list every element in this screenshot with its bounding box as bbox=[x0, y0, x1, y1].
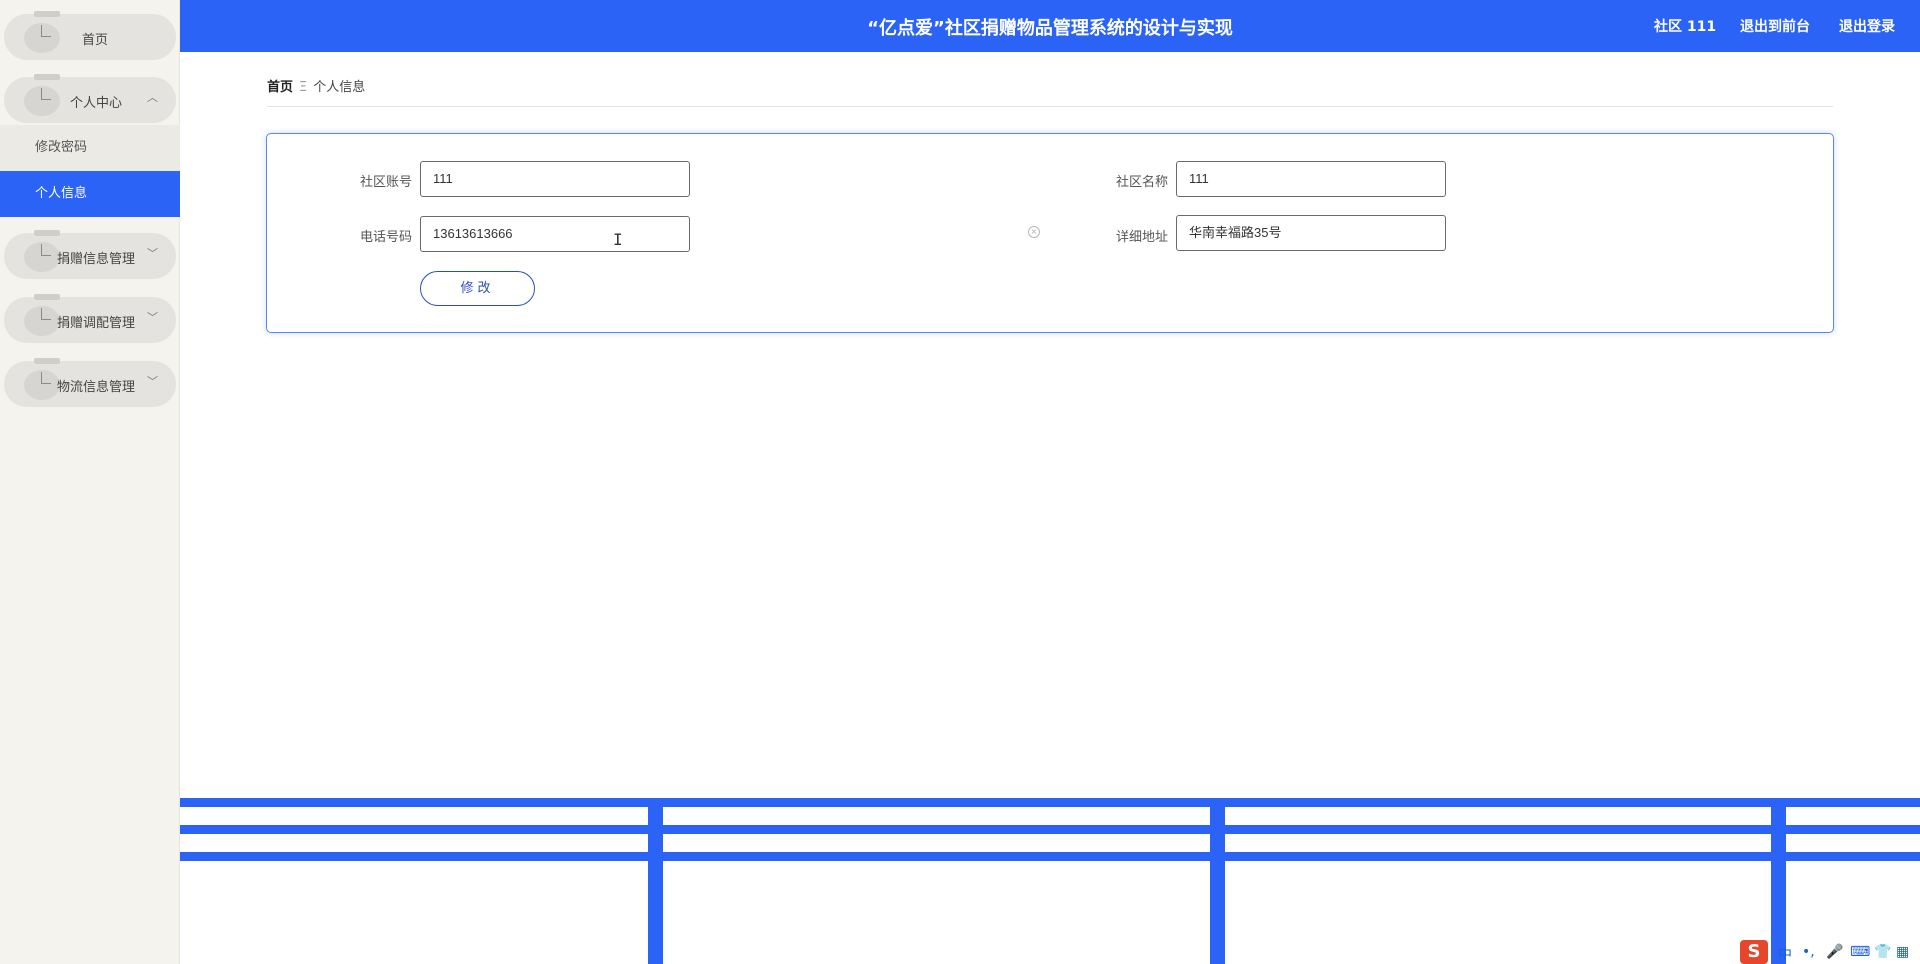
sidebar-item-personal-center[interactable]: 个人中心 ︿ bbox=[4, 74, 176, 123]
sidebar-item-label: 首页 bbox=[82, 33, 109, 48]
decor-post bbox=[1210, 798, 1225, 964]
phone-input[interactable]: 13613613666 bbox=[420, 216, 690, 252]
chevron-down-icon: ﹀ bbox=[147, 375, 158, 388]
sogou-logo-icon[interactable]: S bbox=[1740, 940, 1768, 964]
pill-tab bbox=[34, 74, 60, 80]
ime-punctuation[interactable]: •, bbox=[1802, 944, 1815, 960]
sidebar: 首页 个人中心 ︿ 修改密码 个人信息 捐赠信息管理 ﹀ 捐赠调配管理 ﹀ 物流… bbox=[0, 0, 180, 964]
sidebar-item-label: 捐赠信息管理 bbox=[57, 252, 136, 267]
chevron-up-icon: ︿ bbox=[147, 91, 158, 104]
decor-line bbox=[180, 798, 1920, 807]
address-input[interactable]: 华南幸福路35号 bbox=[1176, 215, 1446, 251]
account-label: 社区账号 bbox=[359, 175, 412, 190]
microphone-icon[interactable]: 🎤 bbox=[1826, 944, 1843, 960]
decor-post bbox=[648, 798, 663, 964]
ime-toolbar: S 中 •, 🎤 ⌨ 👕 ▦ bbox=[1740, 940, 1920, 964]
clear-icon[interactable]: × bbox=[1028, 226, 1040, 238]
keyboard-icon[interactable]: ⌨ bbox=[1850, 944, 1870, 960]
breadcrumb: 首页 Ξ 个人信息 bbox=[267, 76, 365, 95]
exit-to-front-link[interactable]: 退出到前台 bbox=[1740, 16, 1810, 36]
pill-tab bbox=[34, 11, 60, 17]
corner-icon bbox=[41, 25, 51, 37]
text-cursor-icon: I bbox=[613, 230, 623, 249]
name-label: 社区名称 bbox=[1115, 175, 1168, 190]
shirt-icon[interactable]: 👕 bbox=[1874, 944, 1891, 960]
grid-icon[interactable]: ▦ bbox=[1896, 944, 1909, 960]
sidebar-subitem-change-password[interactable]: 修改密码 bbox=[0, 125, 180, 171]
sidebar-item-label: 物流信息管理 bbox=[57, 380, 136, 395]
corner-icon bbox=[41, 244, 51, 256]
pill-tab bbox=[34, 230, 60, 236]
sidebar-subitem-personal-info[interactable]: 个人信息 bbox=[0, 171, 180, 217]
name-input[interactable]: 111 bbox=[1176, 161, 1446, 197]
top-header: “亿点爱”社区捐赠物品管理系统的设计与实现 社区 111 退出到前台 退出登录 bbox=[180, 0, 1920, 52]
address-label: 详细地址 bbox=[1115, 230, 1168, 245]
account-input[interactable]: 111 bbox=[420, 161, 690, 197]
decor-line bbox=[180, 825, 1920, 834]
sidebar-item-label: 捐赠调配管理 bbox=[57, 316, 136, 331]
corner-icon bbox=[41, 308, 51, 320]
breadcrumb-home[interactable]: 首页 bbox=[267, 80, 293, 95]
sidebar-item-home[interactable]: 首页 bbox=[4, 11, 176, 60]
sidebar-item-donation-allocation[interactable]: 捐赠调配管理 ﹀ bbox=[4, 294, 176, 343]
user-label: 社区 111 bbox=[1654, 19, 1717, 35]
modify-button[interactable]: 修改 bbox=[420, 271, 535, 306]
chevron-down-icon: ﹀ bbox=[147, 247, 158, 260]
decor-line bbox=[180, 852, 1920, 861]
breadcrumb-separator-icon: Ξ bbox=[299, 80, 308, 95]
sidebar-item-logistics[interactable]: 物流信息管理 ﹀ bbox=[4, 358, 176, 407]
logout-link[interactable]: 退出登录 bbox=[1839, 16, 1895, 36]
chevron-down-icon: ﹀ bbox=[147, 311, 158, 324]
ime-language[interactable]: 中 bbox=[1778, 944, 1792, 964]
corner-icon bbox=[41, 372, 51, 384]
sidebar-item-donation-info[interactable]: 捐赠信息管理 ﹀ bbox=[4, 230, 176, 279]
phone-label: 电话号码 bbox=[359, 230, 412, 245]
pill-tab bbox=[34, 358, 60, 364]
sidebar-item-label: 个人中心 bbox=[70, 96, 123, 111]
pill-tab bbox=[34, 294, 60, 300]
divider bbox=[267, 106, 1833, 107]
breadcrumb-current: 个人信息 bbox=[313, 80, 366, 95]
corner-icon bbox=[41, 88, 51, 100]
